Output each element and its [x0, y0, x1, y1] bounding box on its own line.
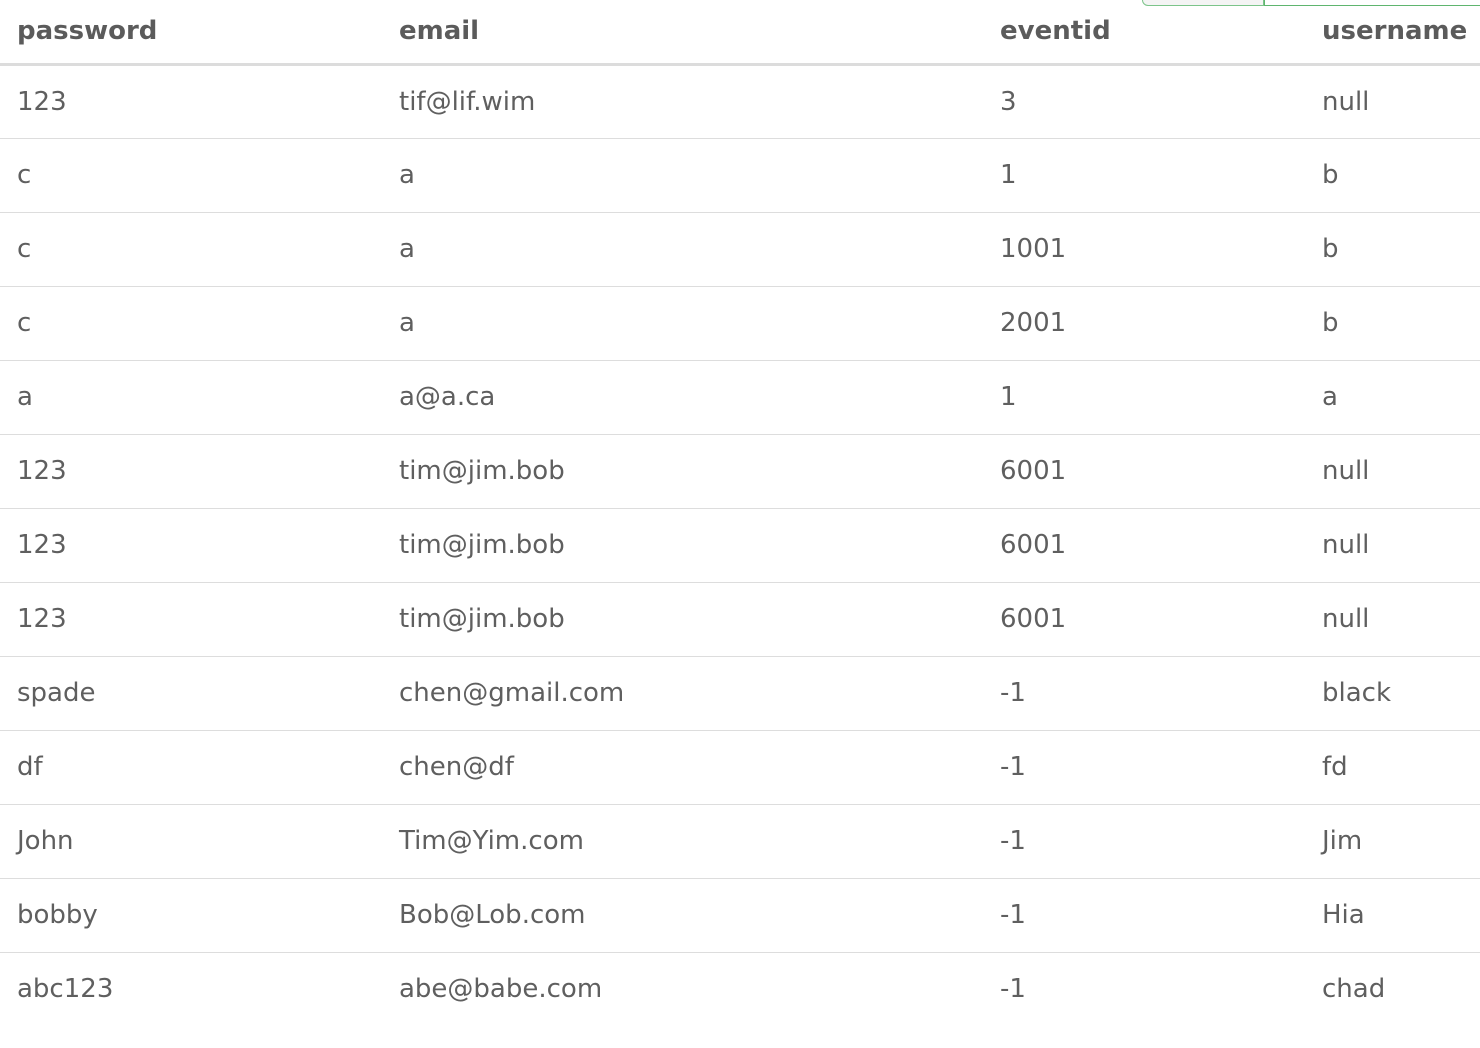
table-row[interactable]: spade chen@gmail.com -1 black: [0, 656, 1480, 731]
eventid-cell: -1: [983, 804, 1305, 879]
email-cell: a@a.ca: [382, 360, 983, 435]
table-row[interactable]: 123 tif@lif.wim 3 null: [0, 64, 1480, 139]
table-row[interactable]: c a 2001 b: [0, 286, 1480, 361]
username-cell: null: [1305, 434, 1480, 509]
email-cell: abe@babe.com: [399, 974, 603, 1005]
username-cell: Jim: [1305, 804, 1480, 879]
table-header: password email eventid username: [0, 0, 1480, 66]
data-table: password email eventid username 123 tif@l…: [0, 0, 1480, 1026]
username-cell: b: [1305, 212, 1480, 287]
email-cell: Tim@Yim.com: [382, 804, 983, 879]
eventid-cell: 6001: [983, 582, 1305, 657]
email-cell: Bob@Lob.com: [382, 878, 983, 953]
eventid-cell: 2001: [983, 286, 1305, 361]
password-cell: c: [0, 286, 382, 361]
username-cell: Hia: [1305, 878, 1480, 953]
eventid-cell: 6001: [983, 434, 1305, 509]
table-row[interactable]: c a 1001 b: [0, 212, 1480, 287]
username-cell: a: [1305, 360, 1480, 435]
table-row[interactable]: 123 tim@jim.bob 6001 null: [0, 582, 1480, 657]
eventid-cell: 1001: [983, 212, 1305, 287]
eventid-cell: -1: [983, 656, 1305, 731]
password-cell: abc123: [17, 974, 114, 1005]
eventid-cell: -1: [983, 878, 1305, 953]
email-cell: a: [382, 138, 983, 213]
email-cell: a: [382, 286, 983, 361]
password-cell: 123: [0, 508, 382, 583]
table-row[interactable]: 123 tim@jim.bob 6001 null: [0, 434, 1480, 509]
column-header-eventid[interactable]: eventid: [983, 0, 1305, 66]
table-body: 123 tif@lif.wim 3 null c a 1 b c a 1001 b c a 2001 b a a@…: [0, 64, 1480, 1026]
password-cell: spade: [0, 656, 382, 731]
username-cell: null: [1305, 582, 1480, 657]
eventid-cell: 1: [983, 360, 1305, 435]
password-cell: 123: [0, 582, 382, 657]
eventid-cell: 1: [983, 138, 1305, 213]
email-cell: tim@jim.bob: [382, 582, 983, 657]
password-cell: bobby: [0, 878, 382, 953]
column-header-password[interactable]: password: [0, 0, 382, 66]
email-cell: tim@jim.bob: [382, 508, 983, 583]
password-cell: c: [0, 138, 382, 213]
table-row[interactable]: ca1b: [0, 138, 1480, 213]
email-cell: chen@gmail.com: [382, 656, 983, 731]
eventid-cell: -1: [983, 730, 1305, 805]
username-cell: null: [1305, 64, 1480, 139]
eventid-cell: 6001: [983, 508, 1305, 583]
table-row[interactable]: bobby Bob@Lob.com -1 Hia: [0, 878, 1480, 953]
username-cell: b: [1305, 138, 1480, 213]
table-row[interactable]: abc123 abe@babe.com -1 chad: [0, 952, 1480, 1026]
username-cell: null: [1305, 508, 1480, 583]
table-row[interactable]: a a@a.ca 1 a: [0, 360, 1480, 435]
password-cell: a: [0, 360, 382, 435]
username-cell: fd: [1305, 730, 1480, 805]
password-cell: c: [0, 212, 382, 287]
eventid-cell: 3: [983, 64, 1305, 139]
username-cell: black: [1305, 656, 1480, 731]
eventid-cell: -1: [1000, 974, 1026, 1005]
password-cell: John: [0, 804, 382, 879]
password-cell: df: [0, 730, 382, 805]
column-header-email[interactable]: email: [382, 0, 983, 66]
email-cell: a: [382, 212, 983, 287]
email-cell: chen@df: [382, 730, 983, 805]
password-cell: 123: [0, 64, 382, 139]
column-header-username[interactable]: username: [1305, 0, 1480, 66]
username-cell: b: [1305, 286, 1480, 361]
email-cell: tif@lif.wim: [382, 64, 983, 139]
username-cell: chad: [1322, 974, 1386, 1005]
table-row[interactable]: df chen@df -1 fd: [0, 730, 1480, 805]
table-row[interactable]: 123 tim@jim.bob 6001 null: [0, 508, 1480, 583]
email-cell: tim@jim.bob: [382, 434, 983, 509]
table-row[interactable]: John Tim@Yim.com -1 Jim: [0, 804, 1480, 879]
password-cell: 123: [0, 434, 382, 509]
header-row: password email eventid username: [0, 0, 1480, 66]
